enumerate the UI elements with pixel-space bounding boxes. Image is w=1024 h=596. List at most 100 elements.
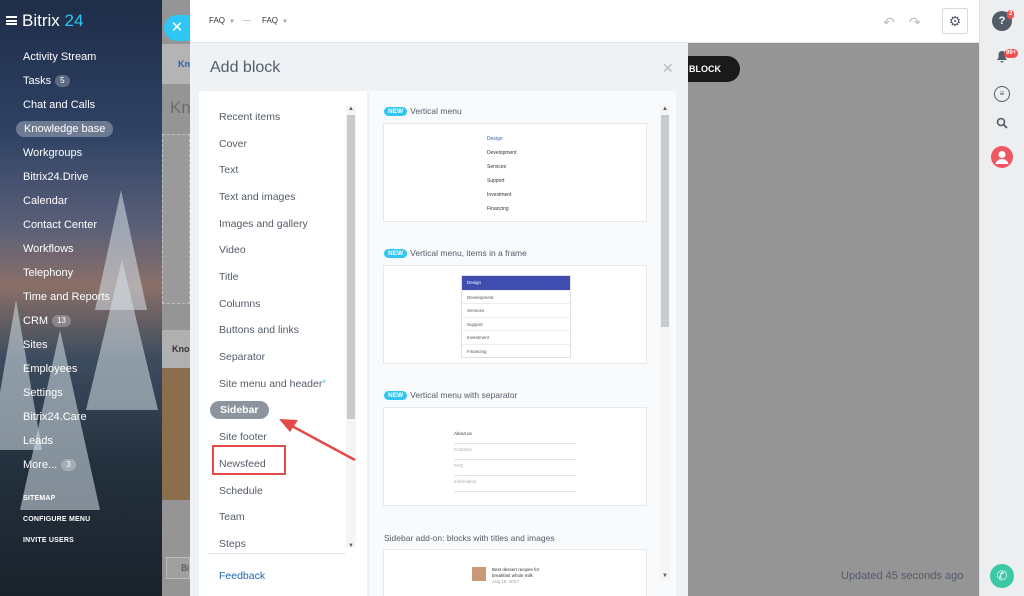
category-buttons-and-links[interactable]: Buttons and links	[219, 324, 299, 336]
sitemap-link[interactable]: SITEMAP	[23, 494, 90, 515]
close-icon[interactable]: ✕	[662, 60, 674, 77]
nav-item-leads[interactable]: Leads	[0, 429, 162, 453]
scroll-up-icon[interactable]: ▲	[348, 106, 354, 112]
category-images-and-gallery[interactable]: Images and gallery	[219, 218, 308, 230]
breadcrumb-page[interactable]: FAQ ▼	[262, 16, 288, 25]
add-block-dialog: Add block ✕ Recent items Cover Text Text…	[190, 43, 688, 596]
close-icon: ✕	[170, 19, 184, 36]
category-recent-items[interactable]: Recent items	[219, 111, 280, 123]
app-logo[interactable]: Bitrix 24	[6, 11, 83, 31]
undo-icon[interactable]: ↶	[883, 14, 895, 31]
sidebar-footer-links: SITEMAP CONFIGURE MENU INVITE USERS	[23, 494, 90, 557]
chevron-down-icon: ▼	[282, 19, 288, 25]
highlight-box	[212, 445, 286, 475]
nav-item-bitrix24-care[interactable]: Bitrix24.Care	[0, 405, 162, 429]
breadcrumb-separator: —	[243, 16, 251, 25]
nav-item-crm[interactable]: CRM 13	[0, 309, 162, 333]
call-button[interactable]: ✆	[990, 564, 1014, 588]
new-badge: NEW	[384, 391, 408, 400]
slider-topbar: FAQ ▼ — FAQ ▼ ↶ ↷ ⚙	[190, 0, 979, 43]
category-site-footer[interactable]: Site footer	[219, 431, 267, 443]
add-block-button[interactable]: BLOCK	[686, 56, 740, 82]
block-title: NEW Vertical menu	[384, 106, 462, 116]
nav-item-tasks[interactable]: Tasks 5	[0, 69, 162, 93]
category-cover[interactable]: Cover	[219, 138, 247, 150]
nav-item-settings[interactable]: Settings	[0, 381, 162, 405]
phone-icon: ✆	[996, 568, 1008, 583]
divider	[208, 553, 345, 554]
count-badge: 5	[55, 75, 70, 88]
block-title: NEW Vertical menu with separator	[384, 390, 517, 400]
search-icon[interactable]	[992, 116, 1012, 136]
right-panel: ? 2 99+ ≡	[979, 0, 1024, 596]
category-scroll-thumb[interactable]	[347, 115, 355, 419]
blocks-scroll-thumb[interactable]	[661, 115, 669, 327]
nav-item-sites[interactable]: Sites	[0, 333, 162, 357]
background-button: Bi	[166, 557, 190, 579]
nav-item-employees[interactable]: Employees	[0, 357, 162, 381]
feedback-link[interactable]: Feedback	[219, 570, 265, 582]
category-team[interactable]: Team	[219, 511, 245, 523]
news-title: Best dessert recipes for breakfast whole…	[492, 567, 540, 578]
background-heading: Kn	[170, 98, 191, 117]
dialog-title: Add block	[210, 59, 281, 76]
block-title: NEW Vertical menu, items in a frame	[384, 248, 527, 258]
nav-item-telephony[interactable]: Telephony	[0, 261, 162, 285]
category-title[interactable]: Title	[219, 271, 238, 283]
nav-item-workflows[interactable]: Workflows	[0, 237, 162, 261]
nav-item-activity-stream[interactable]: Activity Stream	[0, 45, 162, 69]
background-card: Kno	[162, 330, 190, 500]
nav-item-drive[interactable]: Bitrix24.Drive	[0, 165, 162, 189]
redo-icon[interactable]: ↷	[909, 14, 921, 31]
count-badge: 3	[61, 459, 76, 472]
nav-item-contact-center[interactable]: Contact Center	[0, 213, 162, 237]
nav-item-more[interactable]: More... 3	[0, 453, 162, 477]
nav-item-time-and-reports[interactable]: Time and Reports	[0, 285, 162, 309]
nav-item-workgroups[interactable]: Workgroups	[0, 141, 162, 165]
avatar[interactable]	[991, 146, 1013, 168]
category-text[interactable]: Text	[219, 164, 238, 176]
block-preview-vertical-menu[interactable]: Design Development Services Support Inve…	[383, 123, 647, 222]
help-count-badge: 2	[1007, 10, 1015, 19]
main-navigation: Activity Stream Tasks 5 Chat and Calls Kn…	[0, 45, 162, 477]
gear-icon: ⚙	[948, 13, 962, 29]
configure-menu-link[interactable]: CONFIGURE MENU	[23, 515, 90, 536]
block-preview-vertical-menu-separator[interactable]: About us Contacts FAQ Information	[383, 407, 647, 506]
block-gallery: NEW Vertical menu Design Development Serv…	[370, 91, 676, 596]
chat-icon[interactable]: ≡	[994, 86, 1010, 102]
category-steps[interactable]: Steps	[219, 538, 246, 550]
category-video[interactable]: Video	[219, 244, 246, 256]
category-columns[interactable]: Columns	[219, 298, 260, 310]
block-preview-sidebar-addon[interactable]: Best dessert recipes for breakfast whole…	[383, 549, 647, 596]
nav-item-calendar[interactable]: Calendar	[0, 189, 162, 213]
chevron-down-icon: ▼	[229, 19, 235, 25]
count-badge: 13	[52, 315, 71, 328]
scroll-up-icon[interactable]: ▲	[662, 106, 668, 112]
news-thumbnail	[472, 567, 486, 581]
background-tab: Kn	[162, 44, 190, 84]
category-text-and-images[interactable]: Text and images	[219, 191, 295, 203]
nav-item-knowledge-base[interactable]: Knowledge base	[0, 117, 162, 141]
new-badge: NEW	[384, 249, 408, 258]
menu-icon[interactable]	[6, 16, 17, 25]
star-icon: *	[322, 377, 326, 388]
block-preview-vertical-menu-frame[interactable]: Design Development Services Support Inve…	[383, 265, 647, 364]
category-schedule[interactable]: Schedule	[219, 485, 263, 497]
category-separator[interactable]: Separator	[219, 351, 265, 363]
scroll-down-icon[interactable]: ▼	[662, 573, 668, 579]
category-sidebar[interactable]: Sidebar	[210, 401, 269, 419]
category-site-menu-and-header[interactable]: Site menu and header*	[219, 378, 326, 390]
category-list: Recent items Cover Text Text and images …	[199, 91, 367, 596]
settings-button[interactable]: ⚙	[942, 8, 968, 34]
dialog-header: Add block ✕	[190, 43, 688, 91]
close-slider-button[interactable]: ✕	[164, 15, 190, 41]
nav-item-chat-and-calls[interactable]: Chat and Calls	[0, 93, 162, 117]
notifications-count-badge: 99+	[1004, 49, 1019, 58]
new-badge: NEW	[384, 107, 408, 116]
scroll-down-icon[interactable]: ▼	[348, 543, 354, 549]
invite-users-link[interactable]: INVITE USERS	[23, 536, 90, 557]
news-date: Aug 18, 2017	[492, 579, 519, 584]
background-drop-zone	[162, 134, 190, 304]
left-sidebar: Bitrix 24 Activity Stream Tasks 5 Chat an…	[0, 0, 162, 596]
breadcrumb-site[interactable]: FAQ ▼	[209, 16, 235, 25]
